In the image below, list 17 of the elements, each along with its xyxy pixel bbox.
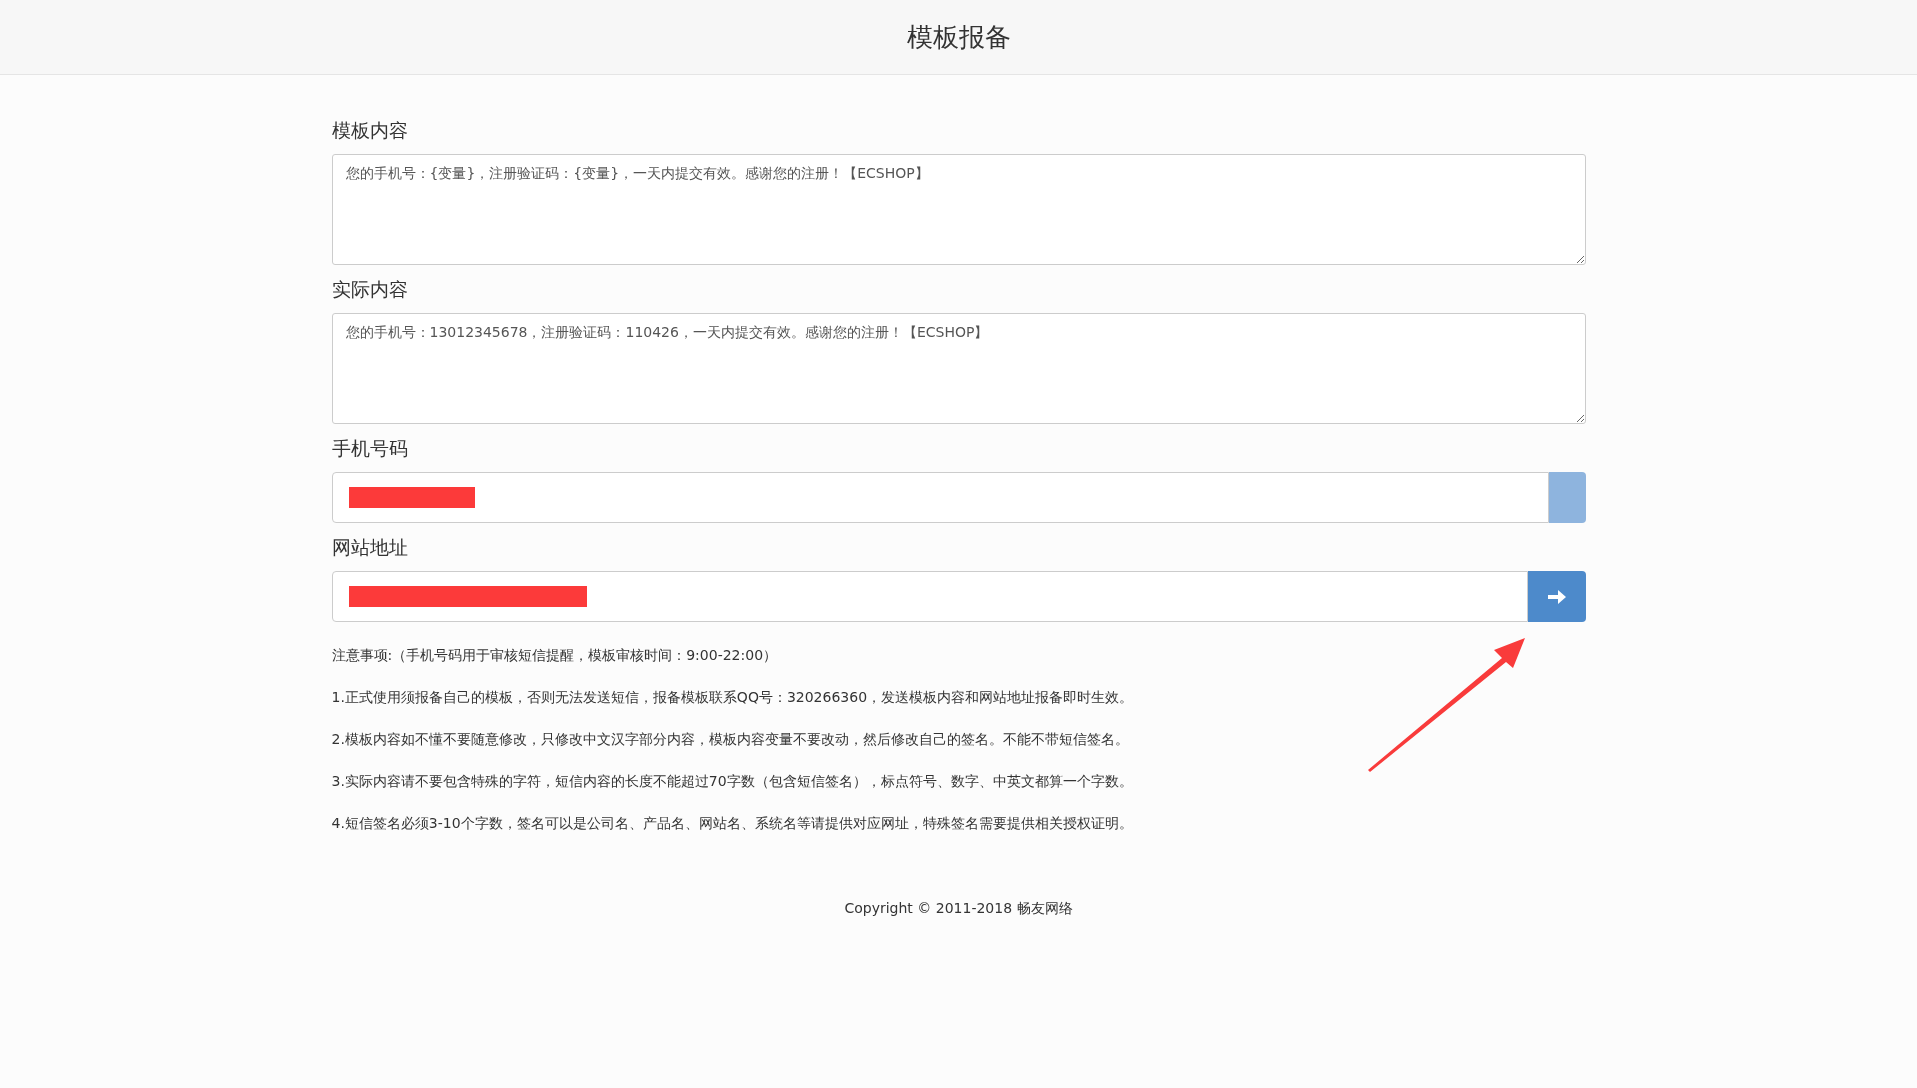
field-label: 模板内容 [331,117,408,143]
text-area[interactable]: 您的手机号：13012345678，注册验证码：110426，一天内提交有效。感谢您的注册！【ECSHOP】 [331,313,1586,424]
note-text: 3.实际内容请不要包含特殊的字符，短信内容的长度不能超过70字数（包含短信签名），标点符号、数字、中英文都算一个字数。 [331,771,1134,791]
input-field[interactable] [331,571,1528,622]
note-text: 1.正式使用须报备自己的模板，否则无法发送短信，报备模板联系QQ号：320266360，发送模板内容和网站地址报备即时生效。 [331,687,1135,707]
note-text: 2.模板内容如不懂不要随意修改，只修改中文汉字部分内容，模板内容变量不要改动，然后修改自己的签名。不能不带短信签名。 [331,729,1130,749]
submit-button[interactable] [1527,571,1586,622]
note-text: 注意事项:（手机号码用于审核短信提醒，模板审核时间：9:00-22:00） [331,645,779,665]
input-field[interactable] [331,472,1549,523]
arrow-right-icon [1546,588,1567,605]
copyright-text: Copyright © 2011-2018 畅友网络 [844,899,1073,918]
field-label: 网站地址 [331,534,408,560]
field-label: 实际内容 [331,276,408,302]
field-label: 手机号码 [331,435,408,461]
text-area[interactable]: 您的手机号：{变量}，注册验证码：{变量}，一天内提交有效。感谢您的注册！【ECSHOP】 [331,154,1586,265]
page-title: 模板报备 [906,20,1011,54]
note-text: 4.短信签名必须3-10个字数，签名可以是公司名、产品名、网站名、系统名等请提供对应网址，特殊签名需要提供相关授权证明。 [331,813,1134,833]
